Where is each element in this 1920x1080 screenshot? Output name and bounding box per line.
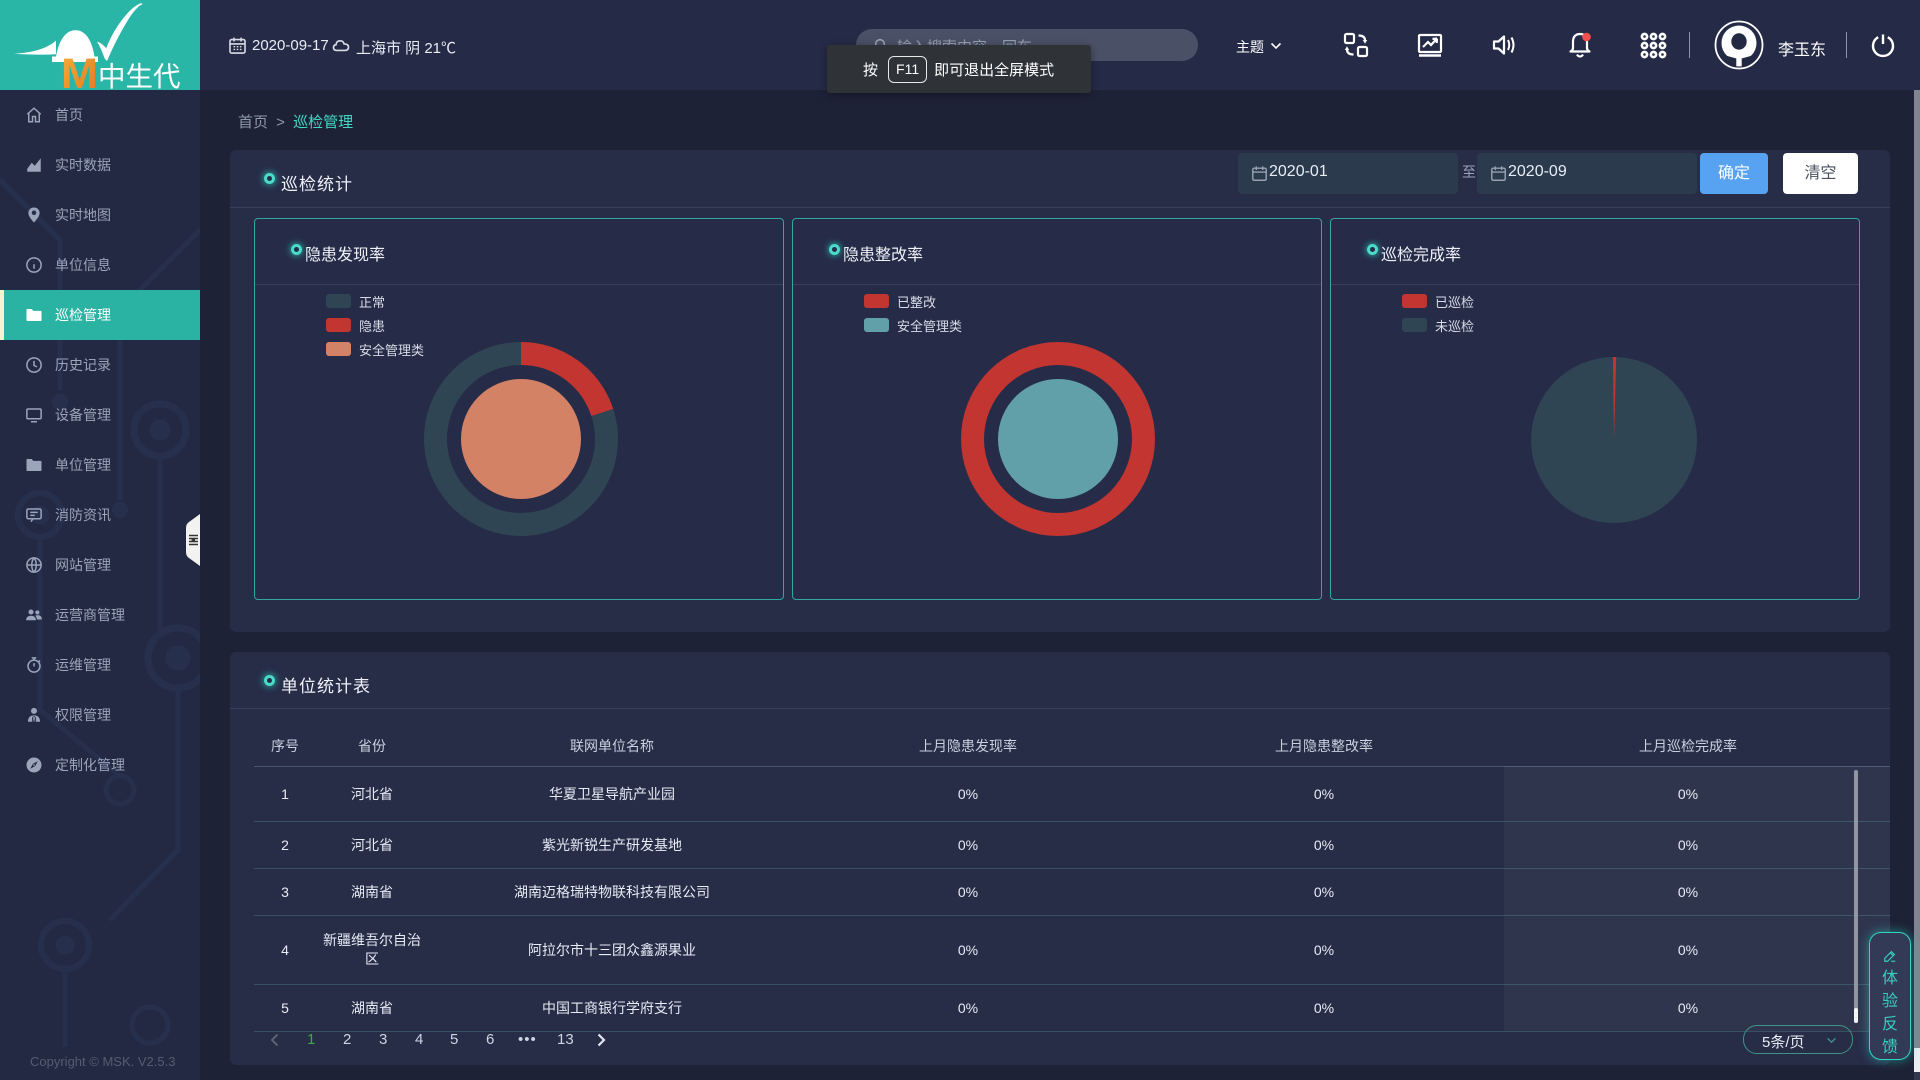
svg-text:中生代: 中生代	[98, 61, 181, 90]
svg-text:M: M	[61, 50, 98, 90]
